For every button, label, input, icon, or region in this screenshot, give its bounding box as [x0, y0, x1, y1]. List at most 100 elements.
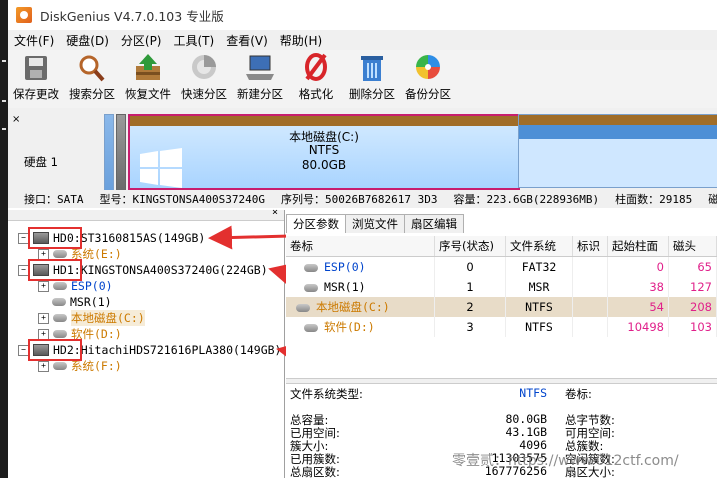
menu-bar: 文件(F) 硬盘(D) 分区(P) 工具(T) 查看(V) 帮助(H) — [8, 30, 717, 50]
partition-table: 卷标 序号(状态) 文件系统 标识 起始柱面 磁头 ESP(0) 0 FAT32… — [286, 236, 717, 337]
backup-partition-button[interactable]: 备份分区 — [400, 50, 456, 106]
partition-d-block[interactable] — [518, 114, 717, 188]
watermark: 零壹贰：https://www.012ctf.com/ — [452, 453, 679, 469]
fs-value: 43.1GB — [505, 425, 547, 439]
app-logo-icon — [16, 7, 32, 23]
expand-icon[interactable]: + — [38, 248, 49, 260]
disk-info-bar: 接口：SATA 型号：KINGSTONSA400S37240G 序列号：5002… — [8, 190, 717, 208]
tree-partition-c[interactable]: + 本地磁盘(C:) — [38, 310, 145, 326]
tab-sector-editor[interactable]: 扇区编辑 — [404, 214, 464, 233]
search-icon — [79, 55, 105, 82]
col-index[interactable]: 序号(状态) — [434, 236, 506, 257]
partition-icon — [53, 362, 67, 370]
partition-c-block[interactable]: 本地磁盘(C:) NTFS 80.0GB — [128, 114, 520, 190]
tree-partition-msr[interactable]: MSR(1) — [52, 294, 112, 310]
expand-icon[interactable]: + — [38, 328, 49, 340]
quick-partition-button[interactable]: 快速分区 — [176, 50, 232, 106]
tab-partition-params[interactable]: 分区参数 — [286, 214, 346, 233]
disk-serial: 序列号：50026B7682617 3D3 — [280, 193, 438, 206]
table-row[interactable]: ESP(0) 0 FAT32 0 65 — [286, 256, 717, 277]
row-start-cyl: 10498 — [607, 317, 669, 337]
tree-header: × — [8, 207, 284, 221]
arrow-hd0-icon — [208, 225, 291, 250]
new-partition-button[interactable]: 新建分区 — [232, 50, 288, 106]
tab-browse-files[interactable]: 浏览文件 — [345, 214, 405, 233]
row-id — [572, 256, 608, 277]
format-label: 格式化 — [298, 87, 334, 101]
partition-icon — [304, 263, 318, 272]
title-bar: DiskGenius V4.7.0.103 专业版 — [8, 0, 717, 30]
col-id[interactable]: 标识 — [572, 236, 608, 257]
new-partition-label: 新建分区 — [237, 87, 283, 101]
disk-label: 硬盘 1 — [24, 155, 58, 169]
disk-heads: 磁头数：255 — [708, 193, 717, 206]
tab-bar: 分区参数 浏览文件 扇区编辑 — [286, 214, 464, 234]
row-volume: 本地磁盘(C:) — [286, 297, 435, 317]
col-fs[interactable]: 文件系统 — [505, 236, 573, 257]
table-row[interactable]: 软件(D:) 3 NTFS 10498 103 — [286, 317, 717, 337]
expand-icon[interactable]: + — [38, 280, 49, 292]
search-partition-button[interactable]: 搜索分区 — [64, 50, 120, 106]
window-title: DiskGenius V4.7.0.103 专业版 — [40, 8, 224, 24]
toolbar: 保存更改 搜索分区 恢复文件 快速分区 新建分区 格式化 删除分区 备份分区 — [8, 50, 717, 108]
disk-cylinders: 柱面数：29185 — [615, 193, 693, 206]
row-index: 3 — [434, 317, 506, 337]
msr-partition-block[interactable] — [116, 114, 126, 192]
menu-disk[interactable]: 硬盘(D) — [60, 32, 115, 49]
partition-icon — [53, 250, 67, 258]
partition-icon — [296, 303, 310, 312]
row-index: 1 — [434, 277, 506, 297]
menu-tools[interactable]: 工具(T) — [168, 32, 221, 49]
row-head: 127 — [668, 277, 717, 297]
row-id — [572, 317, 608, 337]
col-volume[interactable]: 卷标 — [286, 236, 435, 257]
annotation-box-hd0 — [28, 227, 82, 249]
partition-c-size: 80.0GB — [301, 158, 347, 172]
save-changes-button[interactable]: 保存更改 — [8, 50, 64, 106]
expand-icon[interactable]: + — [38, 360, 49, 372]
backup-partition-label: 备份分区 — [405, 87, 451, 101]
col-head[interactable]: 磁头 — [668, 236, 717, 257]
row-index: 0 — [434, 256, 506, 277]
expand-icon[interactable]: + — [38, 312, 49, 324]
fs-value: 80.0GB — [505, 412, 547, 426]
diskmap-close-icon[interactable]: × — [12, 114, 20, 125]
disk-model: 型号：KINGSTONSA400S37240G — [99, 193, 265, 206]
quick-partition-icon — [192, 55, 216, 79]
menu-help[interactable]: 帮助(H) — [274, 32, 328, 49]
menu-partition[interactable]: 分区(P) — [115, 32, 168, 49]
partition-icon — [304, 283, 318, 292]
menu-view[interactable]: 查看(V) — [220, 32, 274, 49]
disk-interface: 接口：SATA — [24, 193, 84, 206]
disk-capacity: 容量：223.6GB(228936MB) — [453, 193, 600, 206]
partition-icon — [53, 330, 67, 338]
annotation-box-hd2 — [28, 339, 82, 361]
restore-files-button[interactable]: 恢复文件 — [120, 50, 176, 106]
format-icon — [305, 53, 327, 81]
esp-partition-block[interactable] — [104, 114, 114, 192]
partition-icon — [53, 314, 67, 322]
row-fs: NTFS — [505, 317, 573, 337]
quick-partition-label: 快速分区 — [181, 87, 227, 101]
tree-close-icon[interactable]: × — [272, 207, 278, 218]
fs-type-row: 文件系统类型: NTFS 卷标: — [290, 386, 715, 404]
delete-icon — [361, 56, 383, 81]
row-id — [572, 277, 608, 297]
row-volume: MSR(1) — [286, 277, 435, 297]
panel-splitter[interactable] — [286, 378, 717, 384]
partition-icon — [52, 298, 66, 306]
save-icon — [25, 56, 47, 80]
table-row[interactable]: MSR(1) 1 MSR 38 127 — [286, 277, 717, 297]
partition-c-fs: NTFS — [308, 143, 340, 157]
restore-files-label: 恢复文件 — [125, 87, 171, 101]
delete-partition-button[interactable]: 删除分区 — [344, 50, 400, 106]
table-row-selected[interactable]: 本地磁盘(C:) 2 NTFS 54 208 — [286, 297, 717, 317]
menu-file[interactable]: 文件(F) — [8, 32, 60, 49]
row-fs: FAT32 — [505, 256, 573, 277]
row-index: 2 — [434, 297, 506, 317]
backup-icon — [416, 55, 440, 79]
row-fs: NTFS — [505, 297, 573, 317]
format-button[interactable]: 格式化 — [288, 50, 344, 106]
col-start-cyl[interactable]: 起始柱面 — [607, 236, 669, 257]
row-start-cyl: 54 — [607, 297, 669, 317]
